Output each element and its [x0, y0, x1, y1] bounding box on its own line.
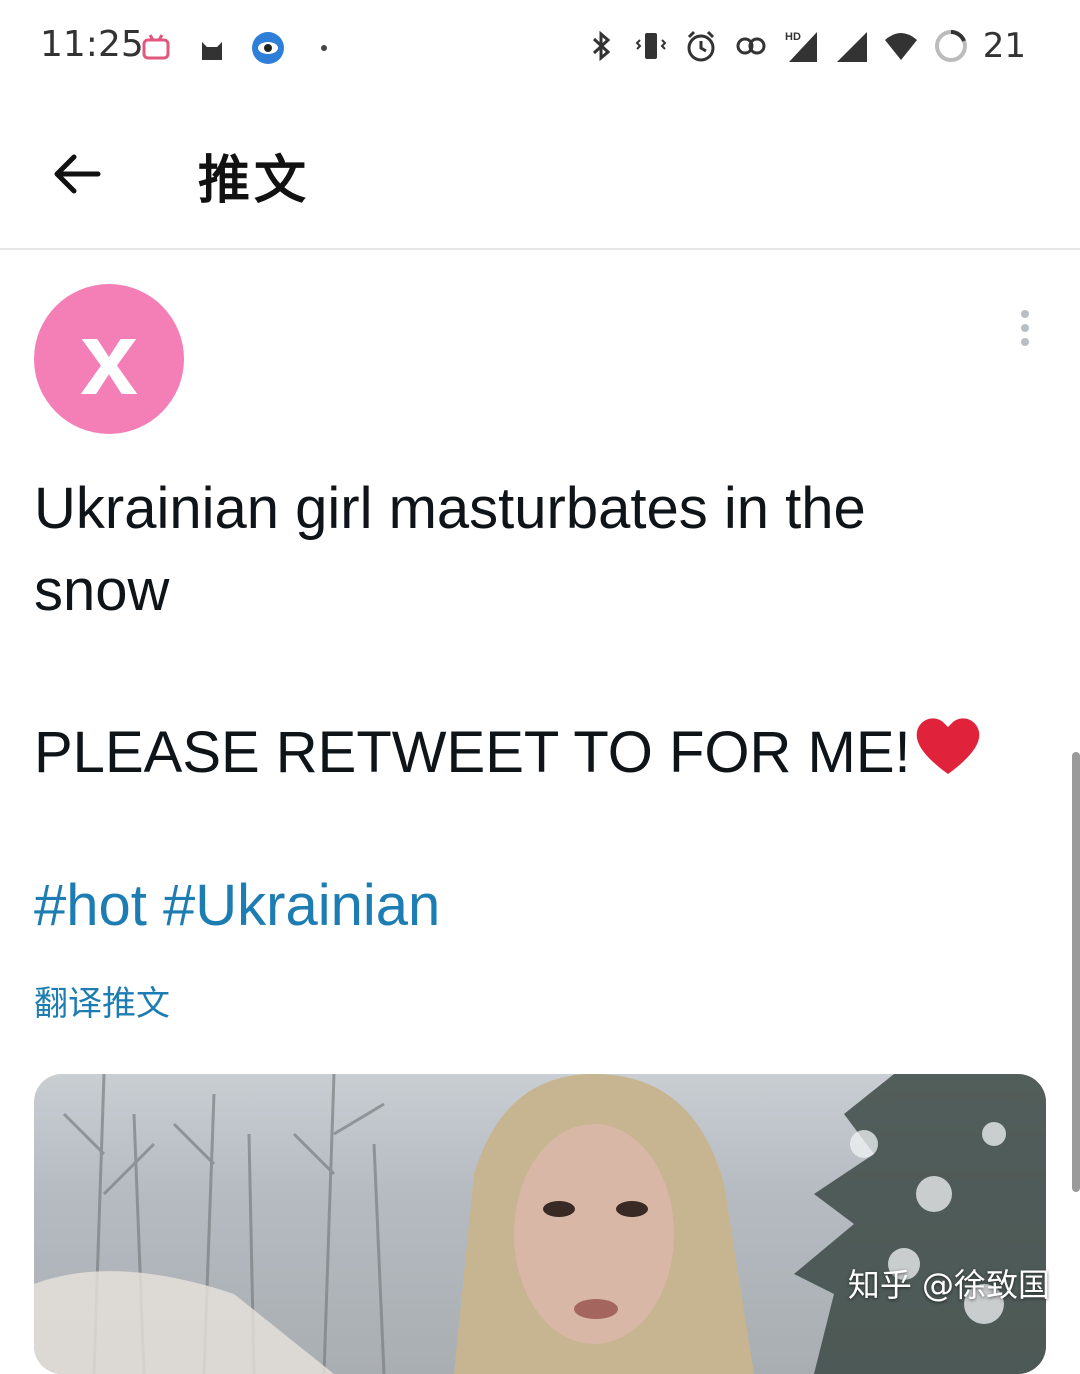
watermark: 知乎 @徐致国 [847, 1266, 1050, 1304]
page-title: 推文 [198, 151, 311, 211]
avatar-letter: x [80, 301, 138, 417]
link-icon [736, 37, 766, 55]
status-right-icons: HD 21 [583, 26, 1026, 66]
tweet-text-line2: PLEASE RETWEET TO FOR ME! [34, 720, 911, 785]
alarm-icon [687, 30, 715, 62]
status-time: 11:25 [40, 24, 144, 65]
hd-label: HD [785, 31, 801, 43]
cat-icon [202, 42, 222, 60]
app-header: 推文 [0, 96, 1080, 250]
signal-icon [836, 32, 867, 62]
status-left-icons [138, 30, 342, 66]
wifi-icon [884, 33, 917, 60]
hashtags: #hot #Ukrainian [34, 872, 440, 939]
media-image [34, 1074, 1046, 1374]
hashtag-ukrainian[interactable]: #Ukrainian [163, 873, 440, 938]
tweet-text-line1: Ukrainian girl masturbates in the snow [34, 476, 866, 623]
bilibili-icon [142, 34, 170, 60]
translate-tweet-link[interactable]: 翻译推文 [34, 976, 170, 1025]
hd-signal-icon: HD [785, 31, 817, 62]
status-bar: 11:25 HD 21 [0, 0, 1080, 96]
more-options-icon[interactable] [1012, 310, 1038, 350]
avatar[interactable]: x [34, 284, 184, 434]
battery-percent: 21 [982, 26, 1026, 66]
vibrate-icon [635, 33, 667, 59]
battery-ring-icon [934, 30, 967, 62]
scrollbar[interactable] [1072, 752, 1080, 1192]
tweet-text-line2-row: PLEASE RETWEET TO FOR ME! [34, 712, 994, 794]
bluetooth-icon [592, 30, 610, 62]
arrow-left-icon[interactable] [48, 144, 108, 204]
tweet-media[interactable] [34, 1074, 1046, 1374]
eye-app-icon [252, 32, 284, 64]
hashtag-hot[interactable]: #hot [34, 873, 147, 938]
heart-icon [916, 718, 979, 774]
tweet-text: Ukrainian girl masturbates in the snow P… [34, 468, 994, 794]
dot-icon [321, 45, 327, 51]
